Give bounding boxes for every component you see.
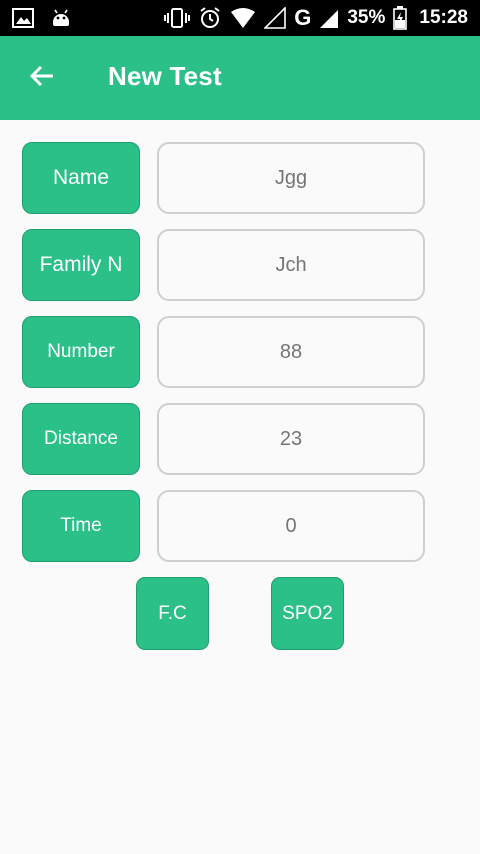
- distance-field[interactable]: 23: [157, 403, 425, 475]
- time-label-button[interactable]: Time: [22, 490, 140, 562]
- battery-icon: [393, 6, 408, 30]
- family-name-label-button[interactable]: Family N: [22, 229, 140, 301]
- battery-percent: 35%: [347, 7, 386, 28]
- arrow-left-icon: [29, 64, 55, 93]
- number-field[interactable]: 88: [157, 316, 425, 388]
- vibrate-icon: [164, 7, 191, 29]
- back-button[interactable]: [26, 62, 58, 94]
- android-icon: [50, 8, 72, 28]
- signal-icon: [319, 7, 339, 29]
- network-type: G: [294, 5, 312, 30]
- spo2-button[interactable]: SPO2: [271, 577, 344, 650]
- status-bar: G 35% 15:28: [0, 0, 480, 36]
- time-field[interactable]: 0: [157, 490, 425, 562]
- distance-label-button[interactable]: Distance: [22, 403, 140, 475]
- wifi-icon: [230, 7, 256, 29]
- clock: 15:28: [419, 7, 468, 28]
- image-icon: [12, 8, 34, 28]
- alarm-icon: [198, 6, 222, 30]
- page-title: New Test: [108, 61, 222, 91]
- name-field[interactable]: Jgg: [157, 142, 425, 214]
- family-name-field[interactable]: Jch: [157, 229, 425, 301]
- name-label-button[interactable]: Name: [22, 142, 140, 214]
- number-label-button[interactable]: Number: [22, 316, 140, 388]
- app-bar: New Test: [0, 36, 480, 120]
- signal-icon: [264, 7, 287, 29]
- fc-button[interactable]: F.C: [136, 577, 209, 650]
